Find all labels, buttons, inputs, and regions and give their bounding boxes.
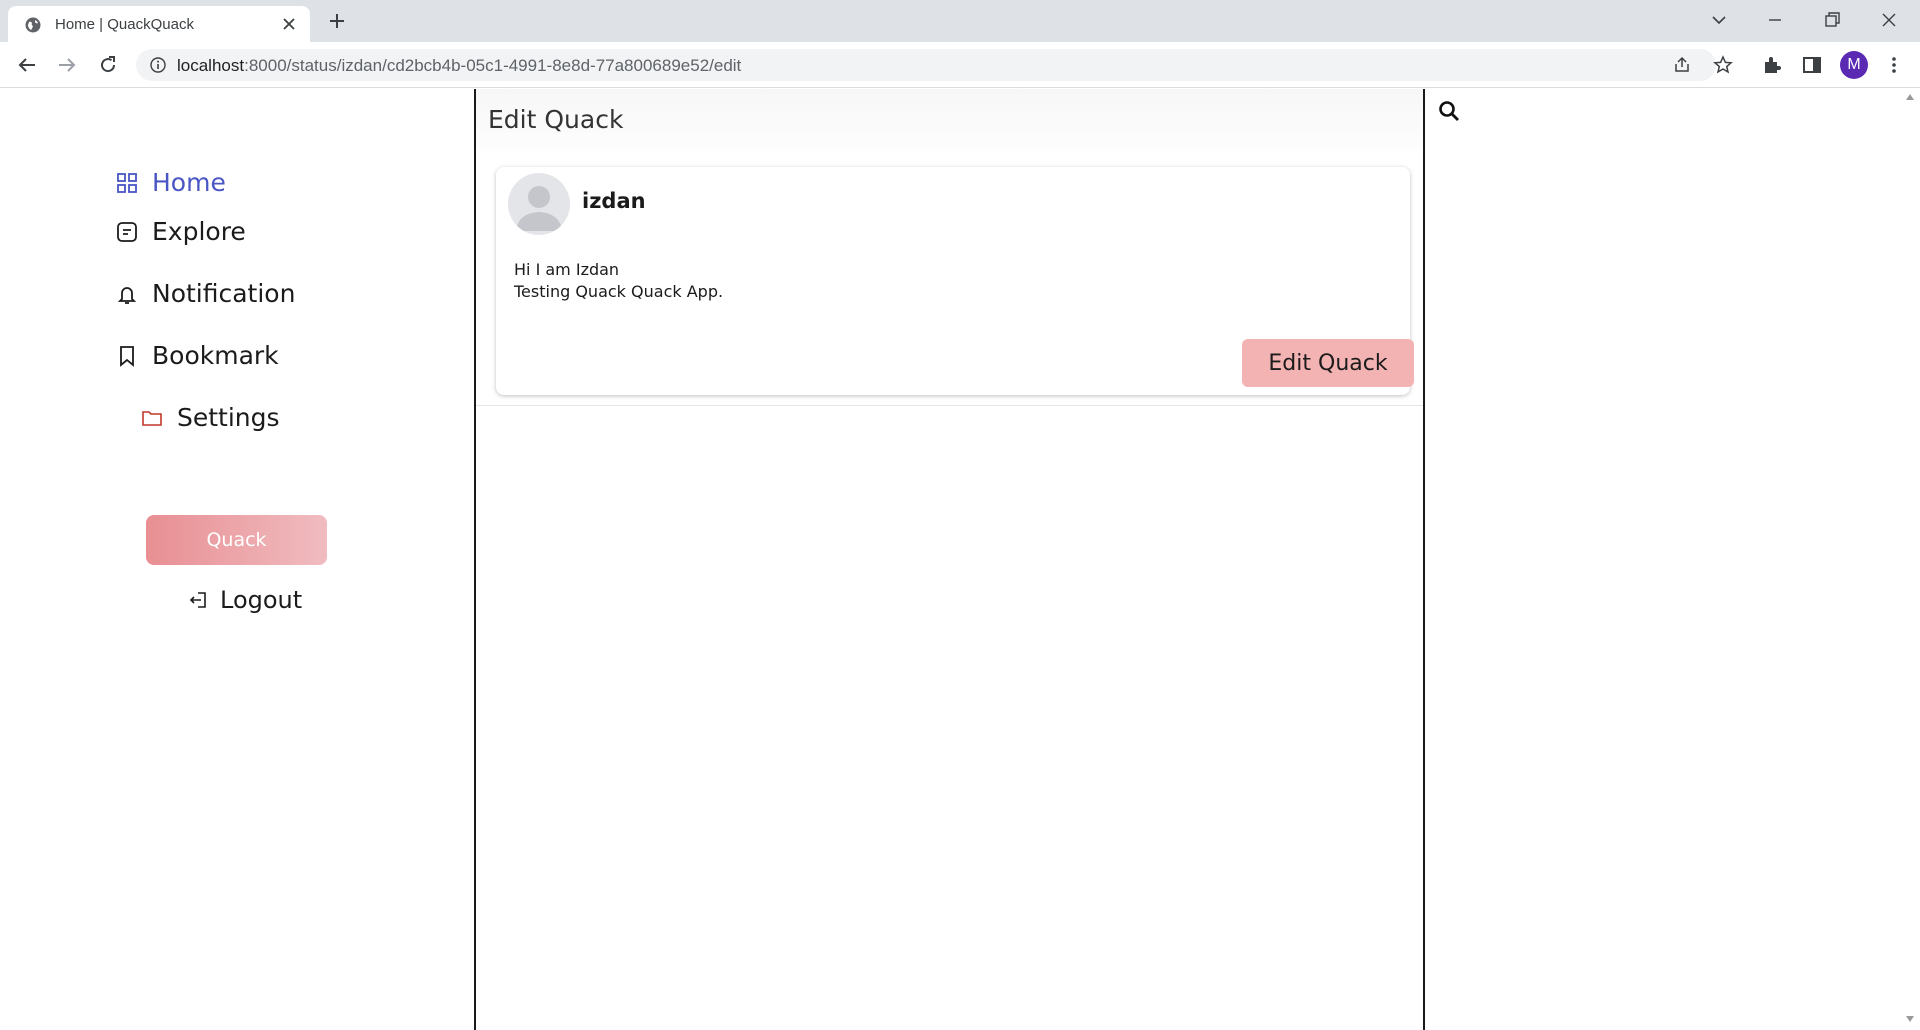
sidebar-item-home[interactable]: Home [116, 168, 226, 197]
address-bar[interactable]: localhost:8000/status/izdan/cd2bcb4b-05c… [136, 49, 1733, 81]
sidebar-item-explore[interactable]: Explore [116, 217, 246, 246]
sidebar-item-label: Bookmark [152, 341, 279, 370]
search-icon[interactable] [1437, 99, 1461, 123]
window-close-icon[interactable] [1877, 8, 1901, 32]
sidebar-item-label: Home [152, 168, 226, 197]
forward-icon[interactable] [55, 53, 79, 77]
note-icon [117, 221, 137, 242]
folder-icon [142, 410, 162, 426]
page-viewport: Home Explore Notification Bookmark Setti… [0, 89, 1920, 1030]
new-tab-icon[interactable] [328, 12, 346, 30]
bookmark-icon [120, 345, 134, 367]
sidebar-item-label: Settings [177, 403, 280, 432]
post-line: Hi I am Izdan [514, 260, 620, 279]
close-icon[interactable] [281, 16, 297, 32]
edit-quack-button[interactable]: Edit Quack [1242, 339, 1414, 387]
url-path: :8000/status/izdan/cd2bcb4b-05c1-4991-8e… [244, 56, 742, 75]
sidebar-item-label: Explore [152, 217, 246, 246]
right-panel [1427, 89, 1897, 1030]
sidebar-item-label: Notification [152, 279, 296, 308]
more-menu-icon[interactable] [1883, 54, 1905, 76]
profile-avatar[interactable]: M [1840, 51, 1868, 79]
browser-tabstrip: Home | QuackQuack [0, 0, 1920, 42]
reload-icon[interactable] [96, 53, 120, 77]
sidebar-item-bookmark[interactable]: Bookmark [116, 341, 279, 370]
page-header: Edit Quack [476, 89, 1423, 151]
url-text[interactable]: localhost:8000/status/izdan/cd2bcb4b-05c… [177, 56, 741, 76]
extensions-icon[interactable] [1761, 54, 1783, 76]
browser-tab[interactable]: Home | QuackQuack [8, 6, 310, 42]
logout-label: Logout [220, 586, 303, 614]
logout-button[interactable]: Logout [188, 586, 302, 614]
page-title: Edit Quack [488, 105, 624, 134]
post-text[interactable]: Hi I am Izdan Testing Quack Quack App. [514, 259, 723, 303]
quack-card: izdan Hi I am Izdan Testing Quack Quack … [496, 167, 1414, 395]
back-icon[interactable] [15, 53, 39, 77]
tab-title: Home | QuackQuack [55, 16, 194, 33]
browser-toolbar: localhost:8000/status/izdan/cd2bcb4b-05c… [0, 42, 1920, 88]
site-info-icon[interactable] [150, 57, 166, 73]
restore-icon[interactable] [1820, 8, 1844, 32]
scrollbar[interactable] [1900, 89, 1920, 1030]
minimize-icon[interactable] [1763, 8, 1787, 32]
sidebar-item-settings[interactable]: Settings [141, 403, 280, 432]
scroll-up-arrow-icon[interactable] [1905, 93, 1915, 101]
bell-icon [117, 286, 137, 304]
scroll-down-arrow-icon[interactable] [1905, 1015, 1915, 1023]
avatar [508, 173, 570, 235]
tab-search-chevron-icon[interactable] [1707, 8, 1731, 32]
logout-icon [189, 592, 206, 608]
grid-icon [117, 172, 137, 193]
globe-icon [25, 17, 41, 33]
post-line: Testing Quack Quack App. [514, 282, 724, 301]
side-panel-icon[interactable] [1801, 54, 1823, 76]
sidebar-item-notification[interactable]: Notification [116, 279, 295, 308]
url-host: localhost [177, 56, 245, 75]
post-username: izdan [582, 189, 646, 213]
main-column: Edit Quack izdan Hi I am Izdan Testing Q… [474, 89, 1425, 1030]
sidebar: Home Explore Notification Bookmark Setti… [0, 89, 474, 1030]
quack-button[interactable]: Quack [146, 515, 327, 565]
bookmark-star-icon[interactable] [1713, 55, 1733, 75]
divider [476, 405, 1423, 406]
share-icon[interactable] [1672, 55, 1692, 75]
user-placeholder-icon [516, 186, 562, 231]
